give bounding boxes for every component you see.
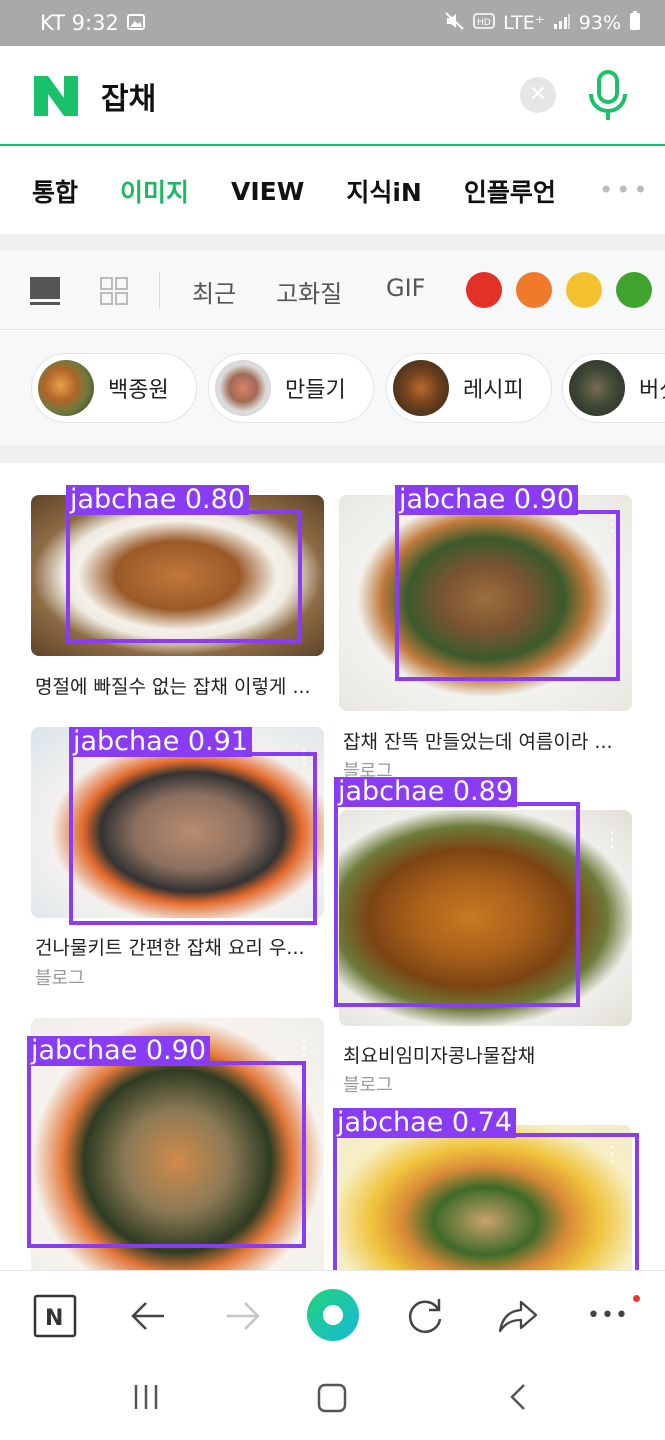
share-icon[interactable]: [495, 1293, 541, 1339]
battery-icon: [629, 10, 641, 36]
system-nav-bar: [0, 1360, 665, 1440]
detection-label: jabchae 0.90: [395, 485, 578, 515]
search-query[interactable]: 잡채: [101, 74, 156, 118]
chip-label: 레시피: [463, 378, 524, 403]
related-chip[interactable]: 백종원: [31, 353, 197, 423]
svg-text:HD: HD: [477, 18, 491, 28]
tab-images[interactable]: 이미지: [120, 173, 189, 209]
browser-toolbar: N •••: [0, 1270, 665, 1360]
refresh-icon[interactable]: [402, 1293, 448, 1339]
tab-knowledge-in[interactable]: 지식iN: [346, 173, 422, 209]
tab-integrated[interactable]: 통합: [32, 173, 78, 209]
color-filter-yellow[interactable]: [566, 272, 602, 308]
image-results: 명절에 빠질수 없는 잡채 이렇게 ... ⋮ 잡채 잔뜩 만들었는데 여름이라…: [0, 463, 665, 1270]
detection-box: [27, 1061, 306, 1248]
chip-label: 만들기: [285, 378, 346, 403]
carrier-time: KT 9:32: [40, 11, 119, 35]
result-source: 블로그: [35, 968, 85, 989]
notification-dot: [633, 1295, 640, 1302]
result-source: 블로그: [343, 1075, 393, 1096]
filter-high-quality[interactable]: 고화질: [276, 274, 342, 309]
result-caption[interactable]: 명절에 빠질수 없는 잡채 이렇게 ...: [35, 672, 325, 699]
detection-box: [334, 802, 580, 1007]
mute-icon: [445, 11, 465, 35]
related-chip[interactable]: 만들기: [208, 353, 374, 423]
chip-thumbnail: [569, 360, 625, 416]
search-tabs: 통합 이미지 VIEW 지식iN 인플루언: [0, 148, 665, 234]
detection-box: [66, 510, 302, 643]
related-chip[interactable]: 버섯: [562, 353, 665, 423]
more-menu-icon[interactable]: •••: [587, 1293, 633, 1339]
chip-thumbnail: [393, 360, 449, 416]
home-icon[interactable]: [316, 1382, 348, 1418]
filter-recent[interactable]: 최근: [192, 274, 236, 309]
network-type: LTE⁺: [503, 12, 545, 34]
chip-label: 버섯: [639, 378, 665, 403]
back-icon[interactable]: [126, 1293, 172, 1339]
filter-separator: [159, 272, 160, 308]
detection-box: [395, 510, 620, 681]
grid-view-icon[interactable]: [100, 277, 128, 305]
search-header: 잡채 ✕: [0, 46, 665, 146]
green-dot-button[interactable]: [307, 1289, 359, 1341]
more-options-icon[interactable]: ⋮: [602, 829, 622, 849]
chip-thumbnail: [215, 360, 271, 416]
detection-box: [69, 752, 317, 925]
svg-text:N: N: [45, 1306, 63, 1331]
status-bar: KT 9:32 HD LTE⁺ 93%: [0, 0, 665, 46]
result-caption[interactable]: 잡채 잔뜩 만들었는데 여름이라 ...: [343, 727, 633, 754]
forward-icon[interactable]: [219, 1293, 265, 1339]
detection-label: jabchae 0.91: [69, 727, 252, 757]
tabs-more-button[interactable]: •••: [599, 176, 650, 204]
color-filter-red[interactable]: [466, 272, 502, 308]
battery-percent: 93%: [578, 12, 621, 34]
tab-view[interactable]: VIEW: [231, 177, 304, 206]
gallery-icon: [126, 11, 145, 35]
hd-voice-icon: HD: [473, 12, 495, 34]
more-options-icon[interactable]: ⋮: [294, 1037, 314, 1057]
detection-label: jabchae 0.90: [27, 1036, 210, 1066]
microphone-icon[interactable]: [585, 68, 631, 124]
divider: [0, 234, 665, 250]
naver-home-icon[interactable]: N: [32, 1293, 78, 1339]
detection-box: [333, 1133, 639, 1270]
color-filter-orange[interactable]: [516, 272, 552, 308]
recent-apps-icon[interactable]: [132, 1382, 160, 1416]
related-keywords: 백종원 만들기 레시피 버섯: [0, 331, 665, 445]
result-caption[interactable]: 건나물키트 간편한 잡채 요리 우...: [35, 933, 325, 960]
tab-influencer[interactable]: 인플루언: [464, 173, 556, 209]
detection-label: jabchae 0.74: [333, 1108, 516, 1138]
divider: [0, 445, 665, 463]
related-chip[interactable]: 레시피: [386, 353, 552, 423]
detection-label: jabchae 0.89: [334, 777, 517, 807]
signal-icon: [553, 12, 571, 34]
filter-bar: 최근 고화질 GIF: [0, 250, 665, 330]
filter-gif[interactable]: GIF: [386, 274, 425, 302]
naver-logo-icon[interactable]: [34, 76, 78, 116]
single-view-icon[interactable]: [30, 277, 60, 305]
result-caption[interactable]: 최요비임미자콩나물잡채: [343, 1041, 633, 1068]
chip-label: 백종원: [108, 378, 169, 403]
detection-label: jabchae 0.80: [66, 485, 249, 515]
chip-thumbnail: [38, 360, 94, 416]
clear-search-button[interactable]: ✕: [520, 77, 556, 113]
color-filter-green[interactable]: [616, 272, 652, 308]
back-nav-icon[interactable]: [506, 1382, 530, 1416]
